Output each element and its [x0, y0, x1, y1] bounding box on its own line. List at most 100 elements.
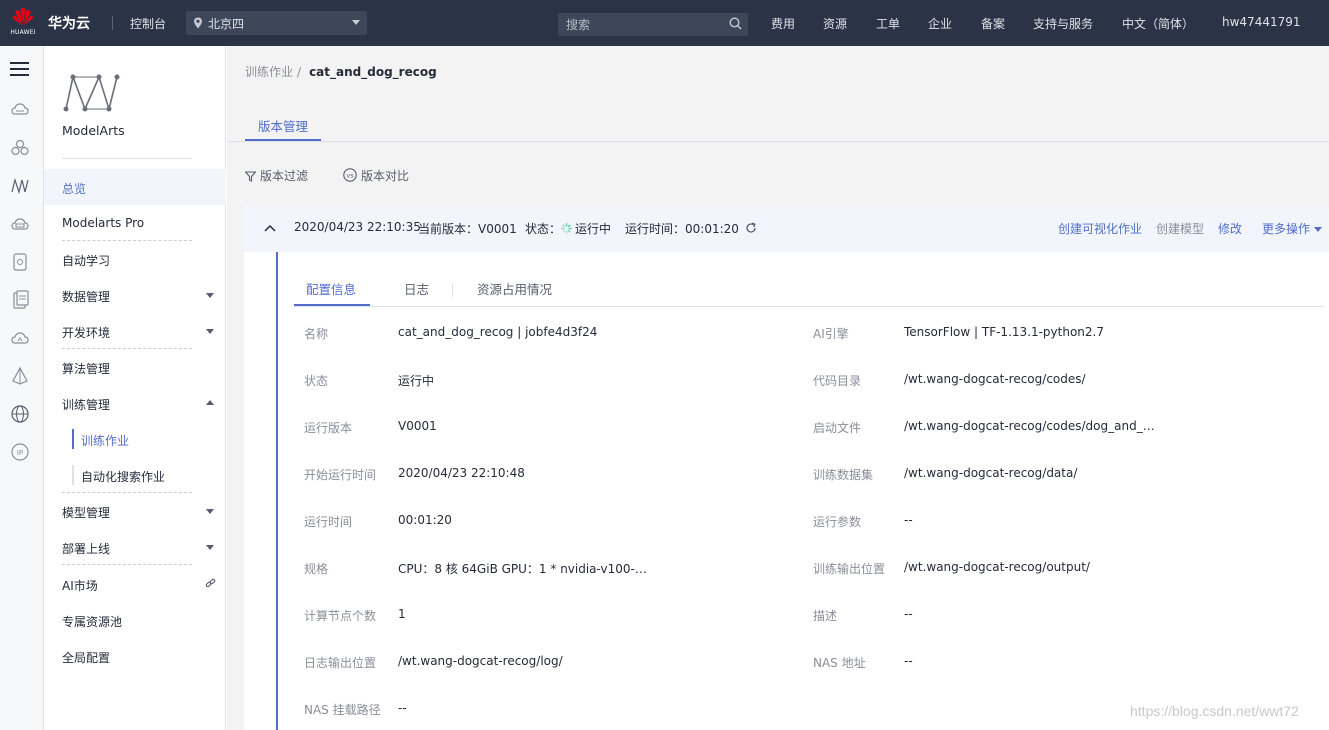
nav-billing[interactable]: 费用: [771, 15, 795, 32]
sidebar-item-model-management[interactable]: 模型管理: [44, 493, 226, 529]
sidebar-item-global-config[interactable]: 全局配置: [44, 638, 226, 674]
sidebar-item-label: 部署上线: [62, 542, 111, 556]
cloud-network-icon[interactable]: [10, 328, 30, 348]
config-label-output-path: 训练输出位置: [813, 562, 886, 576]
config-value-start-time: 2020/04/23 22:10:48: [398, 466, 525, 480]
sidebar-item-data-management[interactable]: 数据管理: [44, 277, 226, 313]
refresh-icon[interactable]: [745, 222, 757, 234]
config-label-description: 描述: [813, 609, 838, 623]
edit-button[interactable]: 修改: [1218, 220, 1242, 237]
sidebar-item-modelarts-pro[interactable]: Modelarts Pro: [44, 205, 226, 241]
create-model-button[interactable]: 创建模型: [1156, 220, 1204, 237]
region-selector[interactable]: 北京四: [186, 11, 367, 35]
config-label-log-path: 日志输出位置: [304, 656, 377, 670]
sidebar-item-label: 算法管理: [62, 362, 111, 376]
config-value-status: 运行中: [398, 374, 435, 388]
app-name: ModelArts: [62, 123, 125, 138]
sidebar-item-deployment[interactable]: 部署上线: [44, 529, 226, 565]
breadcrumb-parent[interactable]: 训练作业: [245, 65, 293, 79]
config-label-run-params: 运行参数: [813, 515, 862, 529]
nav-tickets[interactable]: 工单: [876, 15, 900, 32]
chevron-down-icon: [352, 20, 360, 25]
sidebar-item-overview[interactable]: 总览: [44, 169, 226, 205]
config-label-dataset: 训练数据集: [813, 468, 874, 482]
filter-icon: [244, 171, 257, 182]
location-pin-icon: [194, 17, 202, 29]
region-label: 北京四: [208, 17, 245, 31]
version-created-time: 2020/04/23 22:10:35: [294, 220, 421, 234]
nav-language[interactable]: 中文（简体）: [1122, 15, 1194, 32]
nav-support[interactable]: 支持与服务: [1033, 15, 1093, 32]
brand-name[interactable]: 华为云: [48, 13, 90, 33]
cloud-storage-icon[interactable]: [10, 214, 30, 234]
vs-icon: vs: [343, 168, 357, 182]
hamburger-menu-icon[interactable]: [10, 61, 30, 77]
config-value-boot-file: /wt.wang-dogcat-recog/codes/dog_and_cat_…: [904, 419, 1156, 433]
nav-filing[interactable]: 备案: [981, 15, 1005, 32]
config-label-spec: 规格: [304, 562, 329, 576]
config-value-spec: CPU：8 核 64GiB GPU：1 * nvidia-v100-pcie-3…: [398, 562, 648, 576]
version-card: 2020/04/23 22:10:35 当前版本：V0001 状态： 运行中 运…: [244, 206, 1329, 730]
sidebar-item-dev-environment[interactable]: 开发环境: [44, 313, 226, 349]
more-actions-button[interactable]: 更多操作: [1262, 220, 1323, 237]
cluster-icon[interactable]: [10, 138, 30, 158]
modelarts-icon[interactable]: [10, 176, 30, 196]
database-icon[interactable]: [10, 252, 30, 272]
svg-text:vs: vs: [346, 172, 354, 180]
ip-icon[interactable]: IP: [10, 442, 30, 462]
document-icon[interactable]: [10, 290, 30, 310]
more-actions-label: 更多操作: [1262, 222, 1311, 236]
version-filter-button[interactable]: 版本过滤: [244, 167, 308, 184]
version-compare-button[interactable]: vs 版本对比: [343, 167, 409, 184]
config-label-nas-mount: NAS 挂载路径: [304, 703, 381, 717]
search-icon[interactable]: [729, 17, 742, 30]
breadcrumb-separator: /: [297, 65, 302, 79]
divider: [72, 465, 74, 485]
sidebar-item-label: 训练管理: [62, 398, 111, 412]
version-compare-label: 版本对比: [361, 169, 410, 183]
config-label-node-count: 计算节点个数: [304, 609, 377, 623]
create-visualization-button[interactable]: 创建可视化作业: [1058, 220, 1142, 237]
chevron-up-icon[interactable]: [264, 224, 276, 232]
modelarts-logo-icon: [63, 74, 120, 112]
active-indicator: [72, 429, 74, 449]
sidebar-item-training-jobs[interactable]: 训练作业: [44, 421, 226, 457]
tab-version-management[interactable]: 版本管理: [245, 113, 321, 141]
huawei-logo[interactable]: HUAWEI: [8, 6, 38, 40]
tab-resource-usage[interactable]: 资源占用情况: [477, 279, 552, 298]
sidebar-item-label: 训练作业: [81, 434, 130, 448]
status-label: 状态：: [525, 222, 562, 236]
tab-config-info[interactable]: 配置信息: [306, 279, 356, 298]
config-label-version: 运行版本: [304, 421, 353, 435]
sidebar-item-algorithm-management[interactable]: 算法管理: [44, 349, 226, 385]
sidebar-item-training-management[interactable]: 训练管理: [44, 385, 226, 421]
sidebar-item-label: 数据管理: [62, 290, 111, 304]
logo-text: HUAWEI: [10, 29, 36, 36]
nav-enterprise[interactable]: 企业: [928, 15, 952, 32]
tab-logs[interactable]: 日志: [404, 279, 429, 298]
sidebar-item-label: 总览: [62, 182, 87, 196]
breadcrumb: 训练作业 / cat_and_dog_recog: [245, 63, 437, 80]
search-input[interactable]: [558, 13, 748, 36]
sidebar-item-auto-learning[interactable]: 自动学习: [44, 241, 226, 277]
sidebar-item-dedicated-pool[interactable]: 专属资源池: [44, 602, 226, 638]
config-value-dataset: /wt.wang-dogcat-recog/data/: [904, 466, 1078, 480]
cloud-server-icon[interactable]: [10, 100, 30, 120]
running-spinner-icon: [561, 223, 572, 234]
watermark: https://blog.csdn.net/wwt72: [1130, 703, 1299, 719]
nav-resources[interactable]: 资源: [823, 15, 847, 32]
console-link[interactable]: 控制台: [130, 15, 166, 32]
sidebar-item-label: 模型管理: [62, 506, 111, 520]
sidebar-item-ai-market[interactable]: AI市场: [44, 566, 226, 602]
config-label-start-time: 开始运行时间: [304, 468, 377, 482]
config-value-node-count: 1: [398, 607, 406, 621]
config-label-name: 名称: [304, 327, 329, 341]
nav-account[interactable]: hw47441791: [1222, 15, 1301, 29]
globe-icon[interactable]: [10, 404, 30, 424]
sidebar-item-auto-search-jobs[interactable]: 自动化搜索作业: [44, 457, 226, 493]
sidebar-item-label: 自动化搜索作业: [81, 470, 166, 484]
pyramid-icon[interactable]: [10, 366, 30, 386]
config-value-code-dir: /wt.wang-dogcat-recog/codes/: [904, 372, 1086, 386]
sidebar-item-label: 自动学习: [62, 254, 111, 268]
sidebar-item-label: AI市场: [62, 579, 98, 593]
